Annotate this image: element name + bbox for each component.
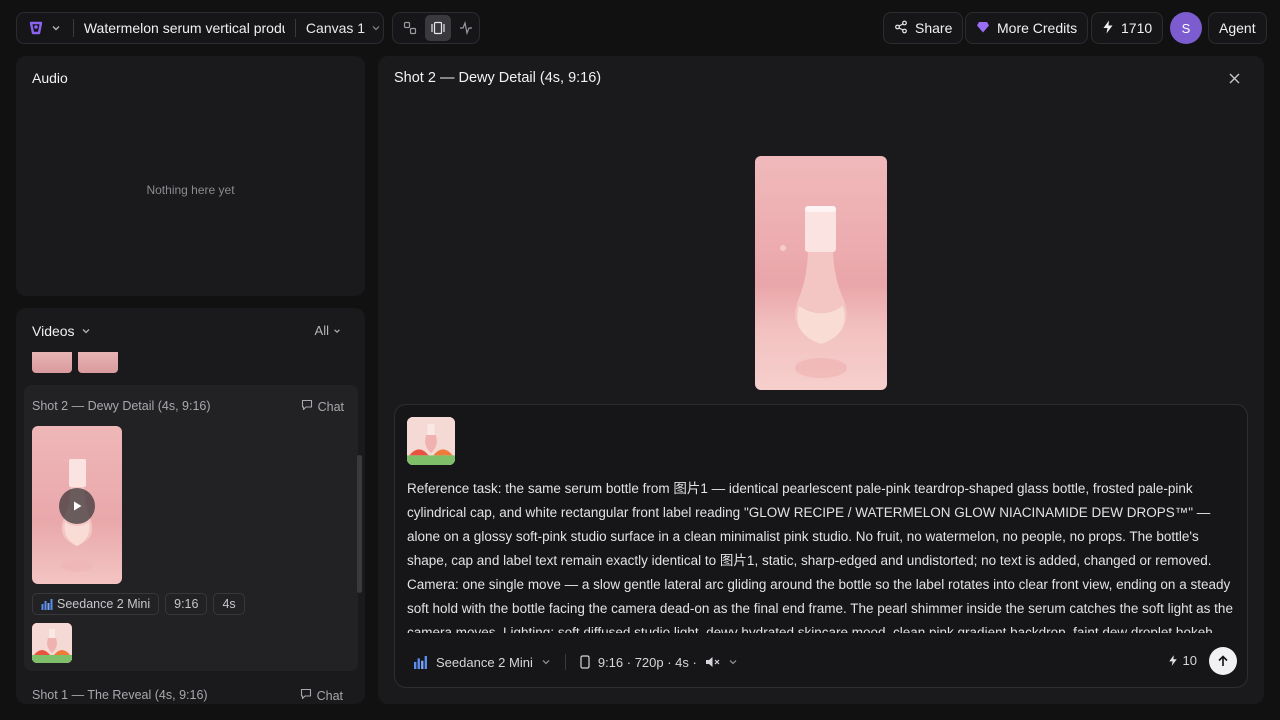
more-credits-button[interactable]: More Credits: [965, 12, 1089, 44]
node-view-icon[interactable]: [397, 15, 423, 41]
share-icon: [894, 20, 908, 37]
shot-title: Shot 1 — The Reveal (4s, 9:16): [32, 688, 208, 702]
split-view-icon[interactable]: [425, 15, 451, 41]
project-switcher: Watermelon serum vertical produ Canvas 1: [16, 12, 384, 44]
chat-button[interactable]: Chat: [300, 688, 343, 703]
bar-chart-icon: [41, 598, 53, 610]
shot-detail-panel: Shot 2 — Dewy Detail (4s, 9:16) Referenc…: [378, 56, 1264, 704]
gem-icon: [976, 20, 990, 37]
close-icon[interactable]: [1226, 70, 1242, 86]
divider: [294, 19, 296, 37]
generation-cost: 10: [1168, 653, 1197, 668]
audio-title: Audio: [32, 70, 68, 86]
share-label: Share: [915, 20, 953, 36]
product-reference-image: [32, 623, 72, 663]
cost-value: 10: [1182, 653, 1197, 668]
bar-chart-icon: [414, 655, 427, 669]
video-tags: Seedance 2 Mini 9:16 4s: [32, 593, 245, 615]
chat-label: Chat: [316, 688, 343, 703]
shot-title: Shot 2 — Dewy Detail (4s, 9:16): [32, 399, 211, 413]
chat-icon: [301, 399, 313, 414]
model-tag: Seedance 2 Mini: [32, 593, 160, 615]
chevron-down-icon: [729, 660, 737, 665]
empty-state-text: Nothing here yet: [146, 183, 235, 197]
audio-panel: Audio Nothing here yet: [16, 56, 365, 296]
mute-icon: [705, 657, 720, 667]
video-preview[interactable]: [755, 156, 887, 390]
avatar[interactable]: S: [1170, 12, 1202, 44]
duration-tag: 4s: [213, 593, 245, 615]
videos-filter[interactable]: All: [315, 323, 341, 338]
videos-header[interactable]: Videos: [32, 323, 91, 339]
model-name: Seedance 2 Mini: [57, 597, 151, 611]
model-name: Seedance 2 Mini: [436, 654, 533, 670]
video-thumbnail[interactable]: [78, 352, 118, 373]
chat-button[interactable]: Chat: [301, 399, 344, 414]
credits-balance[interactable]: 1710: [1091, 12, 1164, 44]
chat-label: Chat: [317, 399, 344, 414]
canvas-selector[interactable]: Canvas 1: [306, 20, 365, 36]
settings-summary: 9:16 · 720p · 4s ·: [597, 654, 697, 670]
top-bar: Watermelon serum vertical produ Canvas 1…: [0, 0, 1280, 56]
video-thumbnail[interactable]: [32, 426, 122, 584]
prompt-textarea[interactable]: Reference task: the same serum bottle fr…: [407, 477, 1233, 633]
play-icon: [74, 501, 82, 511]
divider: [564, 654, 566, 670]
video-thumbnail[interactable]: [32, 352, 72, 373]
model-selector[interactable]: Seedance 2 Mini: [407, 655, 551, 670]
prompt-composer: Reference task: the same serum bottle fr…: [394, 404, 1248, 688]
credits-count: 1710: [1121, 20, 1153, 36]
filter-label: All: [314, 323, 329, 338]
lightning-icon: [1168, 655, 1177, 666]
agent-button[interactable]: Agent: [1208, 12, 1267, 44]
divider: [72, 19, 74, 37]
share-button[interactable]: Share: [883, 12, 964, 44]
generation-settings[interactable]: 9:16 · 720p · 4s ·: [580, 655, 738, 670]
phone-icon: [580, 655, 590, 669]
prompt-toolbar: Seedance 2 Mini 9:16 · 720p · 4s · 10: [407, 647, 1237, 677]
chevron-down-icon: [333, 323, 341, 338]
ratio-tag: 9:16: [165, 593, 208, 615]
more-credits-label: More Credits: [997, 20, 1078, 36]
chevron-down-icon[interactable]: [369, 21, 383, 35]
videos-scrollbar[interactable]: [357, 455, 362, 593]
send-button[interactable]: [1209, 647, 1237, 675]
detail-title: Shot 2 — Dewy Detail (4s, 9:16): [394, 70, 602, 86]
chevron-down-icon: [81, 323, 91, 339]
project-title[interactable]: Watermelon serum vertical produ: [84, 20, 285, 36]
serum-bottle-image: [780, 206, 847, 378]
play-button[interactable]: [59, 488, 95, 524]
chevron-down-icon: [542, 660, 550, 665]
videos-panel: Videos All Shot 2 — Dewy Detail (4s, 9:1…: [16, 308, 365, 704]
product-reference-image: [407, 417, 455, 465]
app-logo-icon[interactable]: [27, 19, 45, 37]
reference-image-thumbnail[interactable]: [32, 623, 72, 663]
videos-title: Videos: [32, 323, 75, 339]
reference-image-thumbnail[interactable]: [407, 417, 455, 465]
activity-icon[interactable]: [453, 15, 479, 41]
arrow-up-icon: [1218, 655, 1228, 666]
chat-icon: [300, 688, 312, 703]
agent-label: Agent: [1219, 20, 1256, 36]
view-mode-toggle: [392, 12, 480, 44]
shot-card[interactable]: Shot 2 — Dewy Detail (4s, 9:16) Chat See…: [24, 385, 358, 671]
lightning-icon: [1102, 20, 1114, 37]
chevron-down-icon[interactable]: [49, 21, 63, 35]
